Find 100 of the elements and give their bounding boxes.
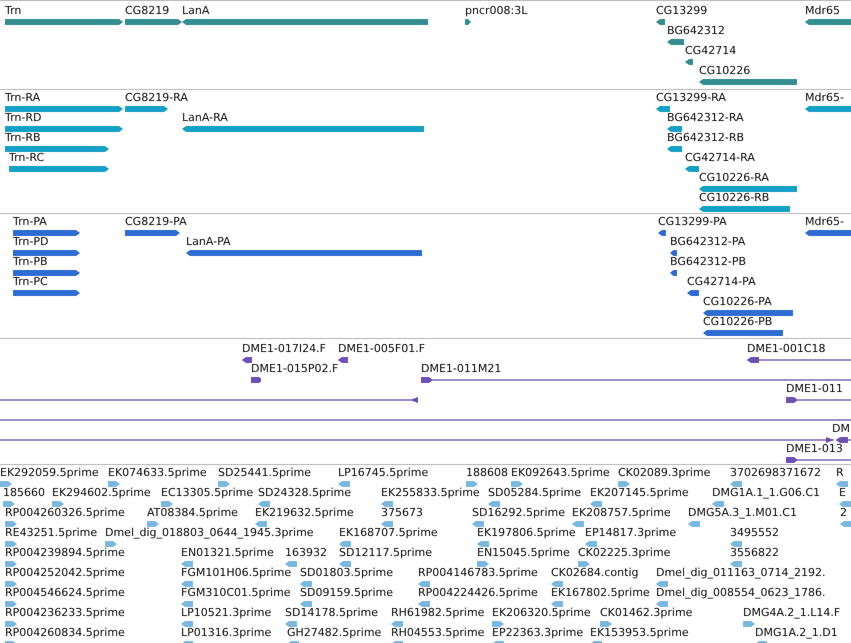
feature-label: EK074633.5prime [108,466,207,479]
feature-label: CK02225.3prime [578,546,670,559]
feature-label: EK255833.5prime [381,486,480,499]
feature-label: Trn-RD [5,111,42,124]
feature-label: CK02684.contig [551,566,638,579]
feature-label: BG642312-PA [670,235,746,248]
feature-label: RP004146783.5prime [418,566,538,579]
feature-label: Trn-RC [9,151,44,164]
feature-label: RP004546624.5prime [5,586,125,599]
feature-label: EK168707.5prime [339,526,438,539]
feature-label: DME1-011 [786,382,843,395]
feature-label: BG642312-PB [670,255,746,268]
feature-label: DME1-001C18 [747,342,826,355]
feature-label: Trn-RB [5,131,41,144]
feature-label: DME1-011M21 [421,362,502,375]
feature-label: EK153953.5prime [590,626,689,639]
feature-label: CG10226 [699,64,750,77]
feature-label: Dmel_dig_011163_0714_2192. [656,566,826,579]
feature-label: LanA-PA [186,235,231,248]
feature-label: SD05284.5prime [488,486,581,499]
feature-label: RP004260834.5prime [5,626,125,639]
feature-label: SD12117.5prime [339,546,432,559]
feature-label: RP004224426.5prime [418,586,538,599]
feature-label: RP004236233.5prime [5,606,125,619]
feature-label: DME1-015P02.F [251,362,338,375]
feature-label: R [836,466,844,479]
feature-label: 375673 [381,506,423,519]
feature-label: SD24328.5prime [258,486,351,499]
feature-label: CG10226-PB [703,315,772,328]
feature-label: BG642312 [667,24,725,37]
feature-label: DMG1A.2_1.D1 [755,626,838,639]
feature-label: RP004260326.5prime [5,506,125,519]
feature-label: CK02089.3prime [618,466,710,479]
feature-label: Trn-PA [13,215,47,228]
feature-label: Trn-PC [13,275,48,288]
feature-label: SD25441.5prime [218,466,311,479]
feature-label: CG10226-RB [699,191,770,204]
feature-label: RE43251.5prime [5,526,98,539]
feature-label: EK292059.5prime [0,466,99,479]
feature-label: DMG5A.3_1.M01.C1 [688,506,797,519]
feature-label: CG13299-PA [658,215,727,228]
feature-label: EK167802.5prime [551,586,650,599]
feature-label: LP01316.3prime [181,626,272,639]
feature-label: EK219632.5prime [255,506,354,519]
feature-label: Mdr65 [805,4,840,17]
feature-label: EK092643.5prime [511,466,610,479]
feature-label: LP16745.5prime [338,466,428,479]
feature-label: CG10226-PA [703,295,772,308]
feature-label: EK294602.5prime [52,486,151,499]
feature-label: CG42714-RA [685,151,755,164]
feature-label: SD14178.5prime [285,606,378,619]
feature-label: CG13299 [656,4,708,17]
feature-label: 163932 [285,546,327,559]
feature-label: Trn [5,4,22,17]
feature-label: Mdr65- [805,215,844,228]
feature-label: CK01462.3prime [600,606,692,619]
feature-label: LanA-RA [182,111,228,124]
feature-label: EN01321.5prime [181,546,274,559]
feature-label: CG10226-RA [699,171,769,184]
feature-label: EK197806.5prime [477,526,576,539]
feature-label: FGM310C01.5prime [181,586,291,599]
feature-label: 3556822 [730,546,779,559]
feature-label: CG42714 [685,44,736,57]
feature-label: DM [832,422,850,435]
feature-label: LanA [182,4,210,17]
feature-label: SD09159.5prime [300,586,393,599]
feature-label: CG42714-PA [687,275,756,288]
feature-label: AT08384.5prime [147,506,238,519]
feature-label: Trn-PB [13,255,48,268]
feature-label: 188608 [466,466,508,479]
feature-label: BG642312-RB [667,131,744,144]
feature-label: Dmel_dig_008554_0623_1786. [656,586,826,599]
feature-label: Mdr65- [805,91,844,104]
feature-label: DMG4A.2_1.L14.F [743,606,840,619]
feature-label: EP22363.3prime [492,626,584,639]
feature-label: DMG1A.1_1.G06.C1 [712,486,820,499]
feature-label: CG8219-RA [125,91,188,104]
feature-label: BG642312-RA [667,111,744,124]
feature-label: SD16292.5prime [472,506,565,519]
feature-label: SD01803.5prime [300,566,393,579]
feature-label: Trn-RA [5,91,40,104]
feature-label: FGM101H06.5prime [181,566,292,579]
feature-label: 2 [840,506,847,519]
feature-label: pncr008:3L [465,4,528,17]
feature-label: EP14817.3prime [585,526,676,539]
feature-label: EC13305.5prime [161,486,254,499]
feature-label: GH27482.5prime [287,626,382,639]
feature-label: DME1-017I24.F [242,342,326,355]
feature-label: EK206320.5prime [492,606,591,619]
feature-label: Dmel_dig_018803_0644_1945.3prime [105,526,314,539]
feature-label: RH61982.5prime [391,606,484,619]
feature-label: 3702698371672 [730,466,821,479]
feature-label: 3495552 [730,526,779,539]
feature-label: CG8219 [125,4,170,17]
feature-label: DME1-013 [786,442,843,455]
feature-label: DME1-005F01.F [338,342,426,355]
feature-label: RH04553.5prime [391,626,484,639]
feature-label: LP10521.3prime [181,606,272,619]
feature-label: 185660 [3,486,45,499]
feature-label: RP004239894.5prime [5,546,125,559]
